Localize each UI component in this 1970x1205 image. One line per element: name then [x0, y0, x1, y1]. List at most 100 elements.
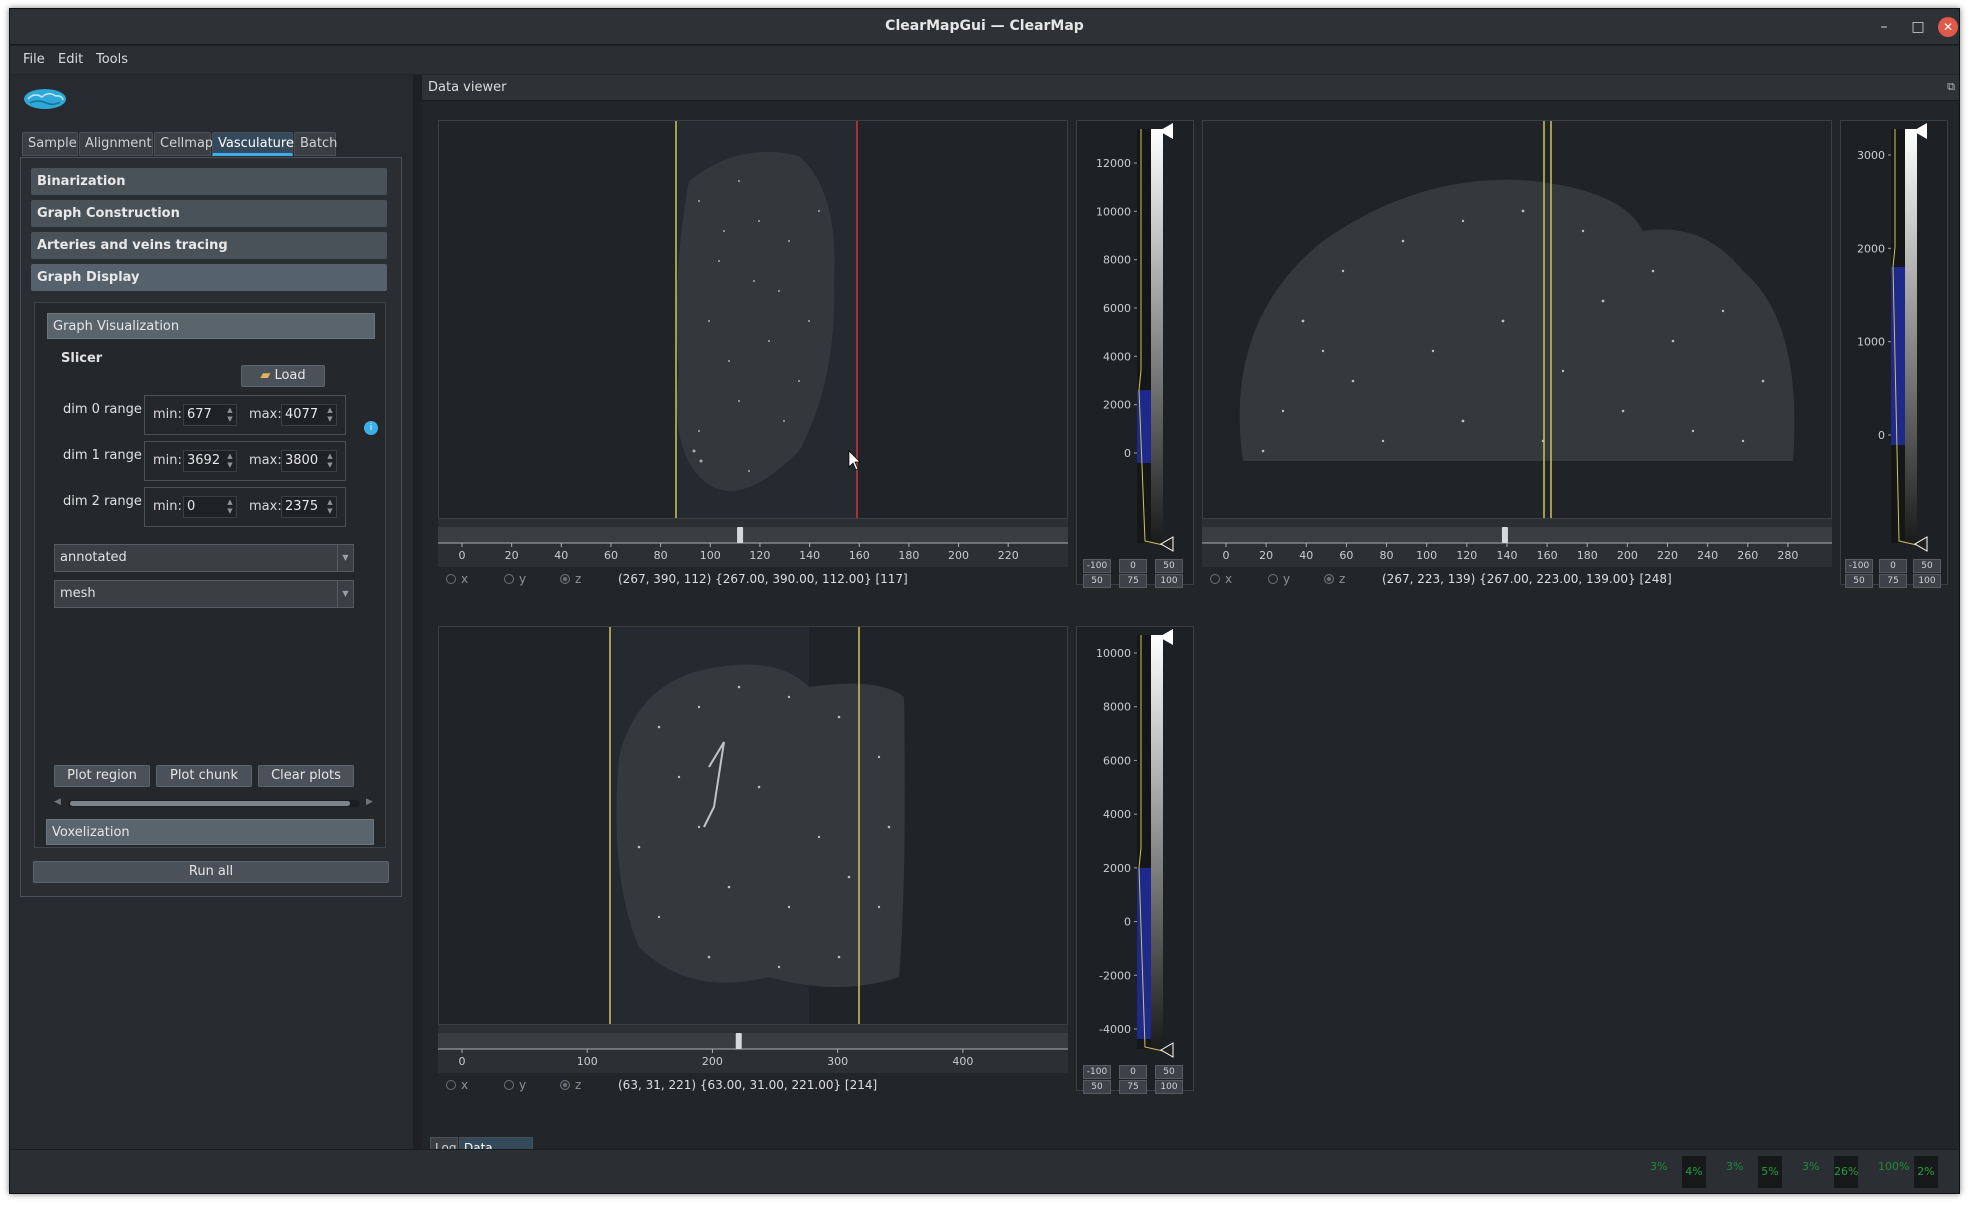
voxelization-header[interactable]: Voxelization [46, 819, 374, 845]
level-btn[interactable]: 50 [1083, 1080, 1111, 1094]
viewer-1-radio-y[interactable]: y [504, 572, 526, 586]
tab-alignment[interactable]: Alignment [79, 132, 153, 156]
slider-tick-label: 60 [604, 549, 618, 562]
viewer-2-radio-x[interactable]: x [1210, 572, 1232, 586]
viewer-2-slider-axis[interactable]: 0 20 40 60 80 100 120 140 160 180 200 220 240 260 280 [1202, 519, 1832, 567]
horizontal-scrollbar[interactable]: ◀ ▶ [54, 797, 374, 809]
viewer-2[interactable] [1202, 120, 1832, 519]
menu-edit[interactable]: Edit [58, 52, 83, 67]
slider-handle[interactable] [737, 527, 744, 543]
level-btn[interactable]: 75 [1119, 574, 1147, 588]
viewer-1-slider[interactable]: 0 20 40 60 80 100 120 140 160 180 200 220 [438, 519, 1068, 567]
tab-sample[interactable]: Sample [22, 132, 78, 156]
level-btn[interactable]: 50 [1845, 574, 1873, 588]
viewer-2-slider[interactable]: 0 20 40 60 80 100 120 140 160 180 200 220 240 260 280 [1202, 519, 1832, 567]
histogram-tick-label: 10000 [1096, 205, 1131, 218]
viewer-3-slider-axis[interactable]: 0 100 200 300 400 [438, 1025, 1068, 1073]
slider-handle[interactable] [735, 1033, 742, 1049]
viewer-3-slider[interactable]: 0 100 200 300 400 [438, 1025, 1068, 1073]
chevron-down-icon[interactable]: ▼ [337, 581, 353, 607]
viewer-2-histogram[interactable]: 3000 2000 1000 0 -100 0 50 50 75 100 [1840, 120, 1949, 588]
viewer-3-histogram-svg[interactable]: 10000 8000 6000 4000 2000 0 -2000 -4000 [1077, 627, 1195, 1067]
chevron-down-icon[interactable]: ▼ [337, 545, 353, 571]
viewer-1-image[interactable] [439, 121, 1067, 518]
scroll-track[interactable] [68, 800, 360, 807]
minimize-icon[interactable]: – [1874, 17, 1894, 37]
viewer-1-slice-svg[interactable] [439, 121, 1067, 518]
info-icon[interactable]: i [364, 421, 378, 435]
dim0-min-input[interactable]: 677 ▲ ▼ [183, 404, 237, 426]
viewer-1-histogram-svg[interactable]: 12000 10000 8000 6000 4000 2000 0 [1077, 121, 1195, 561]
plot-chunk-button[interactable]: Plot chunk [156, 765, 252, 787]
undock-icon[interactable]: ⧉ [1947, 80, 1955, 94]
level-btn[interactable]: -100 [1083, 1065, 1111, 1079]
level-btn[interactable]: 50 [1155, 559, 1183, 573]
level-btn[interactable]: 100 [1155, 1080, 1183, 1094]
spin-arrows-icon[interactable]: ▲ ▼ [225, 498, 235, 516]
level-btn[interactable]: -100 [1845, 559, 1873, 573]
spin-arrows-icon[interactable]: ▲ ▼ [225, 452, 235, 470]
spin-arrows-icon[interactable]: ▲ ▼ [325, 498, 335, 516]
tab-cellmap[interactable]: Cellmap [154, 132, 213, 156]
panel-splitter[interactable] [413, 75, 422, 1149]
menu-file[interactable]: File [23, 52, 45, 67]
slider-handle[interactable] [1501, 527, 1508, 543]
viewer-3-radio-z[interactable]: z [560, 1078, 581, 1092]
viewer-3-radio-y[interactable]: y [504, 1078, 526, 1092]
maximize-icon[interactable]: □ [1908, 17, 1928, 37]
graph-visualization-header[interactable]: Graph Visualization [47, 313, 375, 339]
level-btn[interactable]: 100 [1913, 574, 1941, 588]
scroll-left-icon[interactable]: ◀ [54, 797, 61, 807]
tab-batch[interactable]: Batch [294, 132, 337, 156]
plot-region-button[interactable]: Plot region [54, 765, 150, 787]
spin-arrows-icon[interactable]: ▲ ▼ [225, 406, 235, 424]
level-btn[interactable]: 0 [1119, 559, 1147, 573]
level-btn[interactable]: 0 [1119, 1065, 1147, 1079]
spin-arrows-icon[interactable]: ▲ ▼ [325, 406, 335, 424]
dim1-max-input[interactable]: 3800 ▲ ▼ [281, 450, 337, 472]
level-btn[interactable]: 50 [1913, 559, 1941, 573]
dim2-max-input[interactable]: 2375 ▲ ▼ [281, 496, 337, 518]
render-mode-select[interactable]: mesh ▼ [54, 580, 354, 608]
dim1-min-input[interactable]: 3692 ▲ ▼ [183, 450, 237, 472]
viewer-2-radio-z[interactable]: z [1324, 572, 1345, 586]
viewer-3-radio-x[interactable]: x [446, 1078, 468, 1092]
viewer-3-image[interactable] [439, 627, 1067, 1024]
viewer-1-histogram[interactable]: 12000 10000 8000 6000 4000 2000 0 -100 0 50 50… [1076, 120, 1195, 588]
viewer-1[interactable] [438, 120, 1068, 519]
clear-plots-button[interactable]: Clear plots [258, 765, 354, 787]
load-button[interactable]: ▰ Load [241, 365, 325, 387]
dim2-min-input[interactable]: 0 ▲ ▼ [183, 496, 237, 518]
viewer-1-slider-axis[interactable]: 0 20 40 60 80 100 120 140 160 180 200 220 [438, 519, 1068, 567]
level-btn[interactable]: -100 [1083, 559, 1111, 573]
viewer-3-histogram[interactable]: 10000 8000 6000 4000 2000 0 -2000 -4000 -100 0 … [1076, 626, 1195, 1094]
section-binarization[interactable]: Binarization [31, 168, 387, 195]
section-graph-display[interactable]: Graph Display [31, 264, 387, 291]
level-btn[interactable]: 75 [1879, 574, 1907, 588]
annotation-select[interactable]: annotated ▼ [54, 544, 354, 572]
tab-vasculature[interactable]: Vasculature [212, 132, 294, 156]
section-graph-construction[interactable]: Graph Construction [31, 200, 387, 227]
level-btn[interactable]: 50 [1083, 574, 1111, 588]
level-btn[interactable]: 50 [1155, 1065, 1183, 1079]
spin-arrows-icon[interactable]: ▲ ▼ [325, 452, 335, 470]
viewer-3[interactable] [438, 626, 1068, 1025]
run-all-button[interactable]: Run all [33, 861, 389, 883]
close-icon[interactable]: ✕ [1938, 17, 1958, 37]
viewer-1-radio-z[interactable]: z [560, 572, 581, 586]
level-btn[interactable]: 75 [1119, 1080, 1147, 1094]
scroll-thumb[interactable] [70, 801, 350, 806]
viewer-2-slice-svg[interactable] [1203, 121, 1831, 518]
viewer-2-radio-y[interactable]: y [1268, 572, 1290, 586]
dim0-max-input[interactable]: 4077 ▲ ▼ [281, 404, 337, 426]
viewer-1-radio-x[interactable]: x [446, 572, 468, 586]
level-btn[interactable]: 0 [1879, 559, 1907, 573]
scroll-right-icon[interactable]: ▶ [366, 797, 373, 807]
viewer-2-histogram-svg[interactable]: 3000 2000 1000 0 [1841, 121, 1949, 561]
radio-z-label: z [575, 572, 582, 586]
viewer-2-image[interactable] [1203, 121, 1831, 518]
level-btn[interactable]: 100 [1155, 574, 1183, 588]
section-arteries-veins[interactable]: Arteries and veins tracing [31, 232, 387, 259]
menu-tools[interactable]: Tools [96, 52, 128, 67]
viewer-3-slice-svg[interactable] [439, 627, 1067, 1024]
